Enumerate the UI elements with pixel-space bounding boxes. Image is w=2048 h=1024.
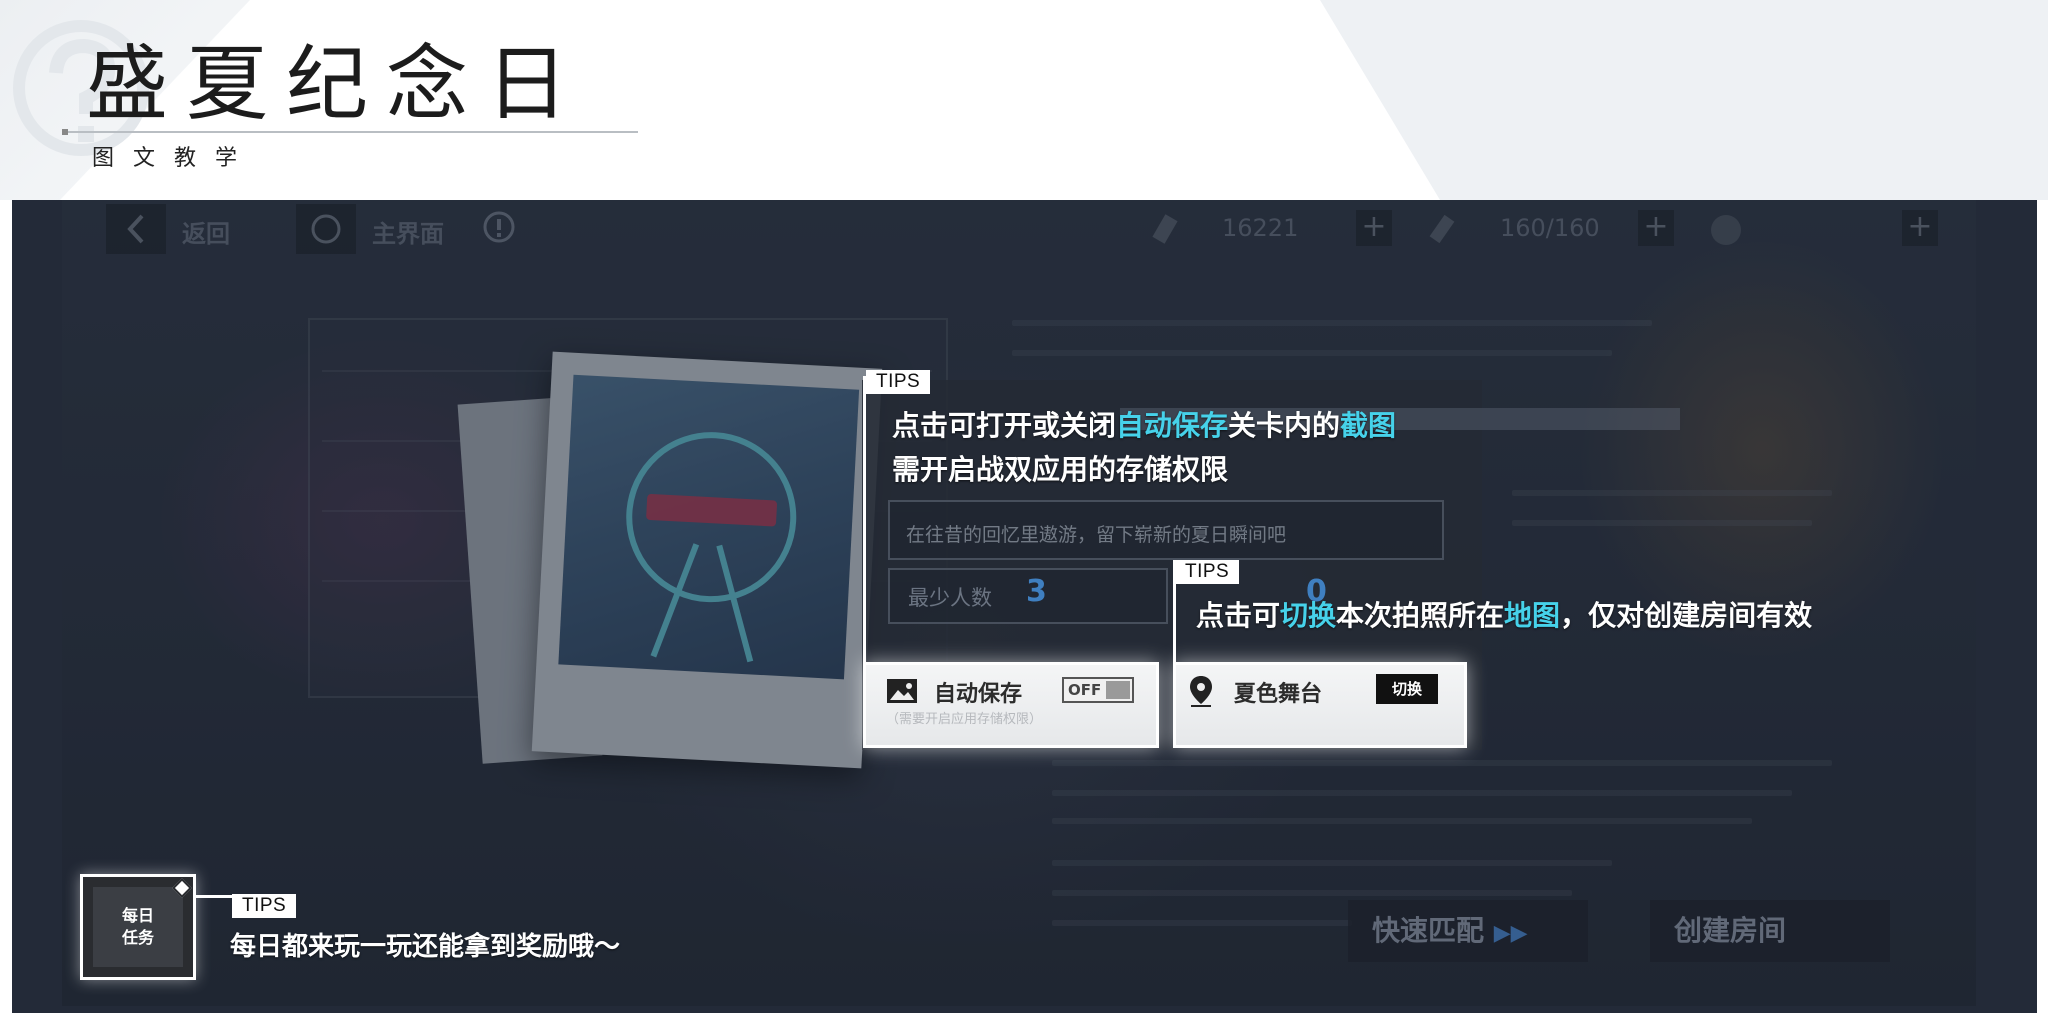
toggle-knob bbox=[1106, 681, 1130, 699]
daily-task-button[interactable]: 每日 任务 bbox=[80, 874, 196, 980]
tip2-text-c: ，仅对创建房间有效 bbox=[1560, 599, 1813, 632]
tip1-text-b: 关卡内的 bbox=[1228, 409, 1341, 442]
map-pin-icon bbox=[1190, 676, 1212, 707]
tip3-connector bbox=[196, 895, 232, 898]
min-players-value: 3 bbox=[1026, 574, 1047, 609]
tips-tag-1: TIPS bbox=[866, 370, 931, 394]
title-dot bbox=[62, 129, 68, 135]
tips-tag-3: TIPS bbox=[232, 894, 297, 918]
autosave-label: 自动保存 bbox=[934, 682, 1023, 707]
toggle-state-label: OFF bbox=[1068, 681, 1102, 699]
title-underline bbox=[64, 131, 638, 133]
tip1-highlight-autosave: 自动保存 bbox=[1116, 409, 1229, 442]
quick-match-button[interactable]: 快速匹配 ▶▶ bbox=[1348, 900, 1588, 962]
double-arrow-icon: ▶▶ bbox=[1493, 921, 1528, 946]
stage-label: 夏色舞台 bbox=[1234, 682, 1323, 707]
tip3-text: 每日都来玩一玩还能拿到奖励哦～ bbox=[230, 932, 621, 962]
daily-task-label-line1: 每日 bbox=[121, 906, 154, 925]
tips-tag-2: TIPS bbox=[1175, 560, 1240, 584]
tip1-text-a: 点击可打开或关闭 bbox=[892, 409, 1117, 442]
switch-map-button[interactable]: 切换 bbox=[1376, 674, 1438, 704]
quick-match-label: 快速匹配 bbox=[1372, 914, 1485, 947]
create-room-label: 创建房间 bbox=[1674, 914, 1787, 947]
tip1-line2: 需开启战双应用的存储权限 bbox=[892, 453, 1229, 486]
tip1-highlight-screenshot: 截图 bbox=[1340, 409, 1397, 442]
tip2-text-a: 点击可 bbox=[1196, 599, 1281, 632]
header-decoration-right bbox=[1320, 0, 2048, 200]
tip2-highlight-map: 地图 bbox=[1504, 599, 1561, 632]
page-title: 盛夏纪念日 bbox=[86, 37, 587, 132]
daily-task-inner: 每日 任务 bbox=[93, 887, 183, 967]
create-room-button[interactable]: 创建房间 bbox=[1650, 900, 1890, 962]
image-icon bbox=[887, 679, 917, 703]
tip1-line1: 点击可打开或关闭自动保存关卡内的截图 bbox=[892, 404, 1396, 444]
room-intro-placeholder: 在往昔的回忆里遨游，留下崭新的夏日瞬间吧 bbox=[906, 524, 1287, 546]
daily-task-label-line2: 任务 bbox=[121, 928, 154, 947]
page-subtitle: 图文教学 bbox=[92, 146, 257, 171]
tip2-text: 点击可切换本次拍照所在地图，仅对创建房间有效 bbox=[1196, 594, 1812, 634]
tip1-frame-line bbox=[863, 376, 866, 664]
tip2-highlight-switch: 切换 bbox=[1280, 599, 1337, 632]
tip2-text-b: 本次拍照所在 bbox=[1336, 599, 1505, 632]
autosave-toggle[interactable]: OFF bbox=[1062, 677, 1134, 703]
min-players-label: 最少人数 bbox=[908, 586, 992, 610]
autosave-sublabel: （需要开启应用存储权限） bbox=[886, 712, 1043, 727]
